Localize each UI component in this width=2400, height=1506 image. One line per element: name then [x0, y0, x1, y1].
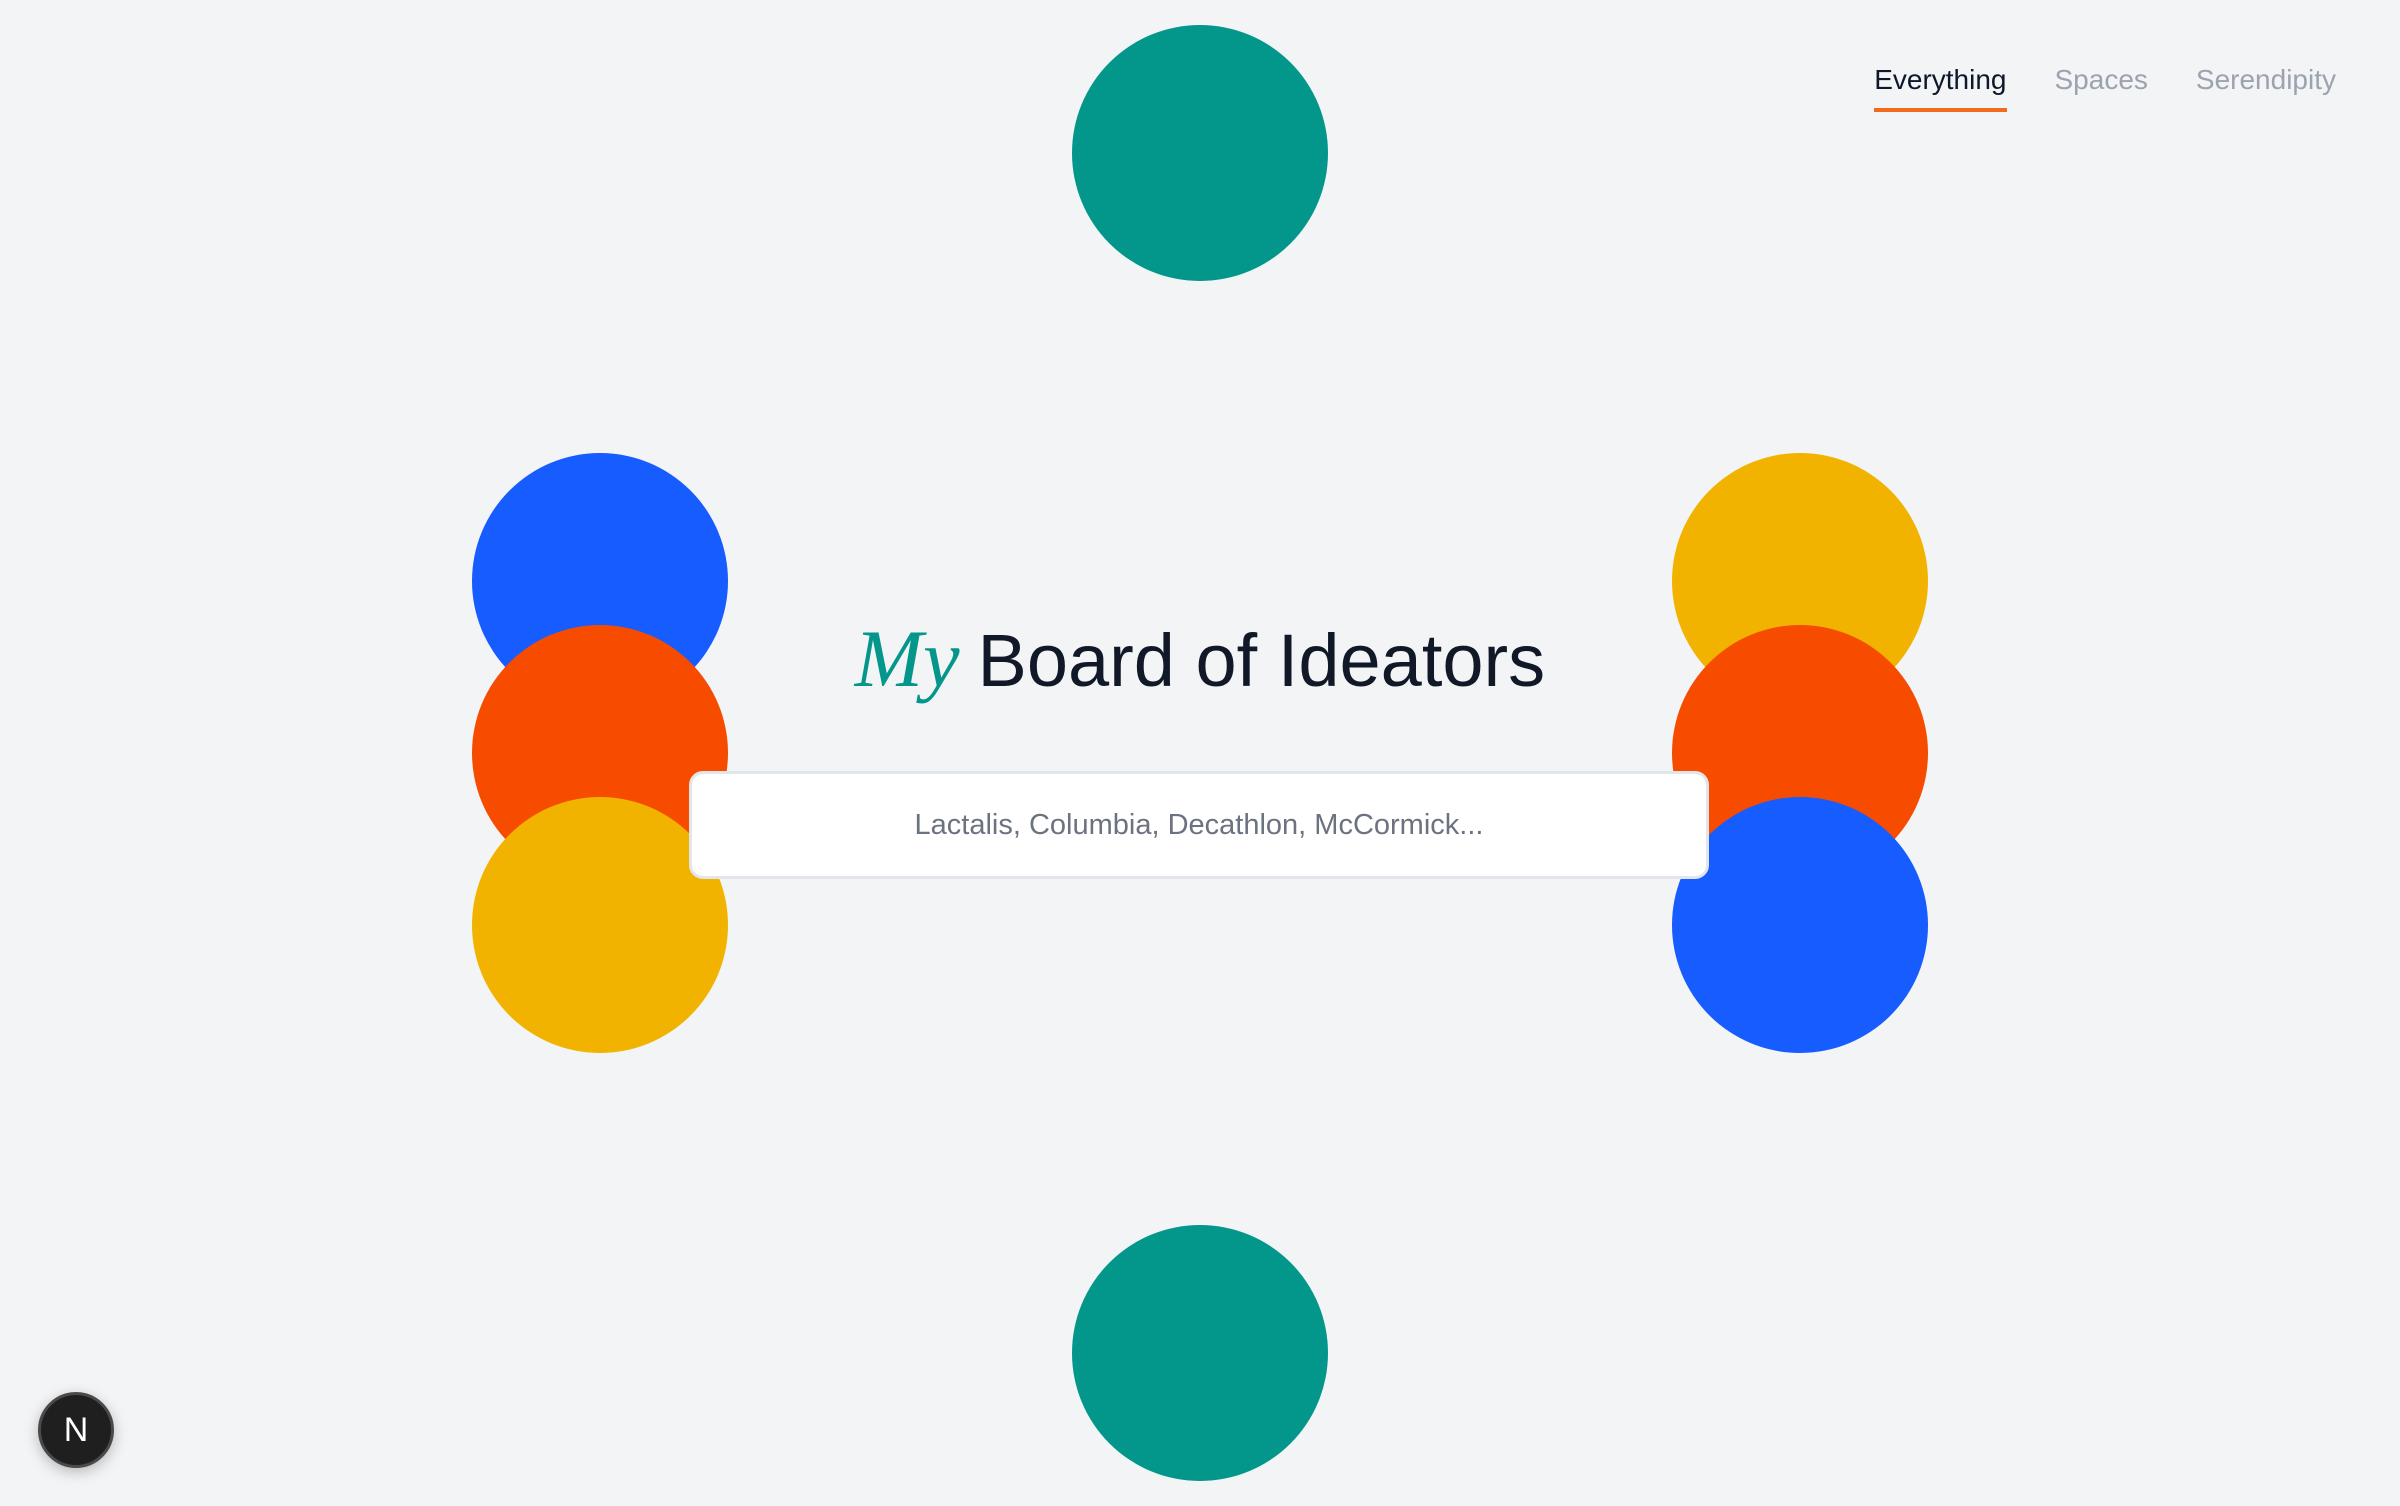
top-nav: Everything Spaces Serendipity: [1874, 64, 2336, 112]
page-title-text: Board of Ideators: [977, 619, 1546, 702]
page: Everything Spaces Serendipity My Board of…: [0, 0, 2400, 1506]
page-title-accent: My: [854, 613, 960, 704]
tab-spaces[interactable]: Spaces: [2055, 64, 2148, 112]
decor-circle-right-blue: [1672, 797, 1928, 1053]
tab-serendipity[interactable]: Serendipity: [2196, 64, 2336, 112]
dev-tools-badge-label: N: [63, 1410, 89, 1449]
decor-circle-bottom-teal: [1072, 1225, 1328, 1481]
page-title: My Board of Ideators: [0, 612, 2400, 706]
tab-everything[interactable]: Everything: [1874, 64, 2007, 112]
dev-tools-badge[interactable]: N: [38, 1392, 114, 1468]
decor-circle-top-teal: [1072, 25, 1328, 281]
search-input[interactable]: [692, 773, 1706, 877]
search-box: [689, 771, 1709, 879]
